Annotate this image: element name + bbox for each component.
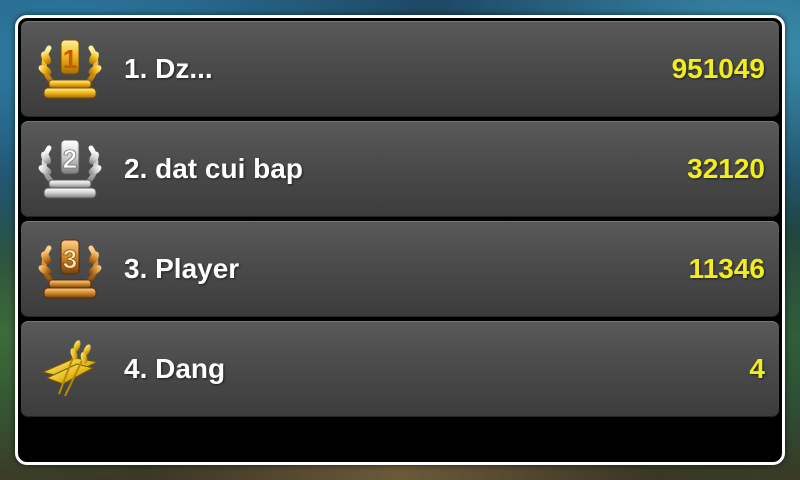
leaderboard-row[interactable]: 2 2. dat cui bap 32120 (21, 121, 779, 217)
player-name: 4. Dang (124, 353, 226, 384)
player-score: 32120 (687, 153, 765, 184)
player-score: 4 (749, 353, 765, 384)
svg-text:1: 1 (63, 44, 77, 74)
leaderboard-panel: 1 1. Dz... 951049 2 2. dat cui bap 32120… (15, 15, 785, 465)
svg-text:2: 2 (63, 144, 77, 174)
leaderboard-row[interactable]: 3 3. Player 11346 (21, 221, 779, 317)
player-name: 1. Dz... (124, 53, 213, 84)
player-name: 3. Player (124, 253, 240, 284)
player-name: 2. dat cui bap (124, 153, 303, 184)
svg-text:3: 3 (63, 244, 77, 274)
golden-wheat-emblem-icon (35, 334, 105, 404)
player-score: 11346 (688, 253, 765, 284)
gold-trophy-icon: 1 (35, 34, 105, 104)
leaderboard-row[interactable]: 4. Dang 4 (21, 321, 779, 417)
silver-trophy-icon: 2 (35, 134, 105, 204)
bronze-trophy-icon: 3 (35, 234, 105, 304)
leaderboard-row[interactable]: 1 1. Dz... 951049 (21, 21, 779, 117)
player-score: 951049 (671, 53, 765, 84)
